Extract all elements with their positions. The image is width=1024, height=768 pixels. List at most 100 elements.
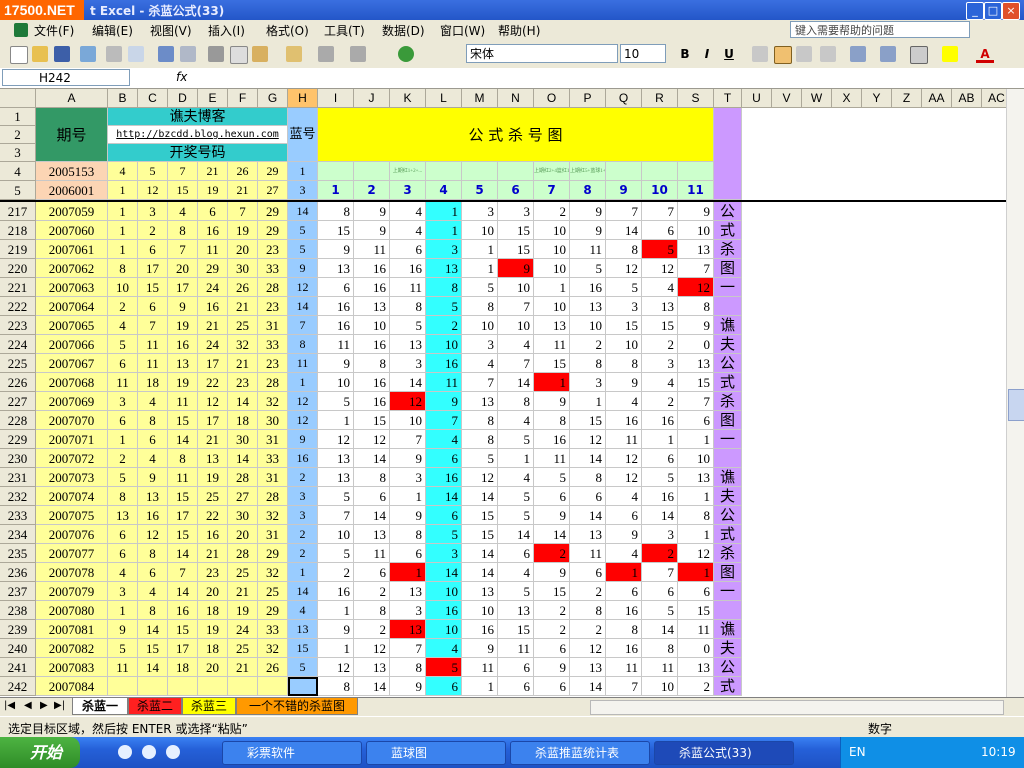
red-ball-cell[interactable]: 17 (198, 411, 228, 430)
red-ball-cell[interactable]: 15 (168, 620, 198, 639)
blue-ball-cell[interactable]: 12 (288, 278, 318, 297)
red-ball-cell[interactable]: 3 (108, 392, 138, 411)
row-header-226[interactable]: 226 (0, 373, 36, 392)
red-ball-cell[interactable]: 25 (228, 563, 258, 582)
red-ball-cell[interactable]: 13 (168, 354, 198, 373)
kill-number-cell[interactable]: 7 (498, 297, 534, 316)
column-header-c[interactable]: C (138, 89, 168, 108)
kill-number-cell[interactable]: 13 (678, 240, 714, 259)
kill-number-cell[interactable]: 11 (318, 335, 354, 354)
kill-number-cell[interactable]: 10 (498, 316, 534, 335)
red-ball-cell[interactable]: 6 (138, 563, 168, 582)
kill-number-cell[interactable]: 6 (606, 506, 642, 525)
menu-view[interactable]: 视图(V) (150, 22, 192, 39)
kill-number-cell[interactable]: 3 (498, 202, 534, 221)
red-ball-cell[interactable]: 12 (198, 392, 228, 411)
kill-number-cell[interactable]: 2 (642, 335, 678, 354)
kill-number-cell[interactable]: 3 (462, 202, 498, 221)
kill-number-cell[interactable]: 6 (498, 544, 534, 563)
kill-number-cell[interactable]: 12 (606, 259, 642, 278)
kill-number-cell[interactable]: 11 (498, 639, 534, 658)
red-ball-cell[interactable] (168, 677, 198, 696)
red-ball-cell[interactable]: 27 (228, 487, 258, 506)
kill-number-cell[interactable]: 9 (390, 449, 426, 468)
red-ball-cell[interactable]: 17 (168, 639, 198, 658)
kill-number-cell[interactable]: 12 (570, 639, 606, 658)
kill-number-cell[interactable]: 3 (570, 373, 606, 392)
kill-number-cell[interactable]: 2 (570, 335, 606, 354)
kill-number-cell[interactable]: 7 (606, 202, 642, 221)
red-ball-cell[interactable]: 8 (138, 601, 168, 620)
red-ball-cell[interactable]: 11 (168, 392, 198, 411)
kill-number-cell[interactable]: 15 (606, 316, 642, 335)
kill-number-cell[interactable]: 14 (354, 449, 390, 468)
print-preview-icon[interactable] (128, 46, 144, 62)
red-ball-cell[interactable]: 18 (138, 373, 168, 392)
red-ball-cell[interactable]: 33 (258, 449, 288, 468)
red-ball-cell[interactable]: 7 (228, 202, 258, 221)
kill-number-cell[interactable]: 14 (642, 620, 678, 639)
red-ball-cell[interactable]: 28 (258, 487, 288, 506)
kill-number-cell[interactable]: 10 (426, 620, 462, 639)
menu-window[interactable]: 窗口(W) (440, 22, 485, 39)
kill-number-cell[interactable]: 11 (354, 240, 390, 259)
row-header-239[interactable]: 239 (0, 620, 36, 639)
kill-number-cell[interactable]: 16 (642, 487, 678, 506)
kill-number-cell[interactable]: 4 (498, 563, 534, 582)
spreadsheet-grid[interactable]: A B C D E F G H I J K L M N O P Q R S T U V W X Y Z AA AB AC 1 2 3 4 5 期号谯… (0, 89, 1006, 697)
kill-number-cell[interactable]: 15 (354, 411, 390, 430)
kill-number-cell[interactable]: 9 (390, 677, 426, 696)
row-header-218[interactable]: 218 (0, 221, 36, 240)
red-ball-cell[interactable]: 29 (198, 259, 228, 278)
period-cell[interactable]: 2007082 (36, 639, 108, 658)
kill-number-cell[interactable]: 4 (390, 221, 426, 240)
kill-number-cell[interactable]: 12 (642, 259, 678, 278)
period-cell[interactable]: 2007069 (36, 392, 108, 411)
kill-number-cell[interactable]: 13 (570, 525, 606, 544)
kill-number-cell[interactable]: 9 (318, 620, 354, 639)
blue-ball-cell[interactable]: 14 (288, 297, 318, 316)
kill-number-cell[interactable]: 5 (426, 658, 462, 677)
kill-number-cell[interactable]: 12 (678, 278, 714, 297)
kill-number-cell[interactable]: 8 (318, 202, 354, 221)
kill-number-cell[interactable]: 6 (534, 639, 570, 658)
red-ball-cell[interactable]: 29 (258, 221, 288, 240)
kill-number-cell[interactable]: 5 (606, 278, 642, 297)
column-header-u[interactable]: U (742, 89, 772, 108)
column-header-o[interactable]: O (534, 89, 570, 108)
kill-number-cell[interactable]: 12 (390, 392, 426, 411)
column-header-j[interactable]: J (354, 89, 390, 108)
kill-number-cell[interactable]: 6 (354, 563, 390, 582)
column-header-s[interactable]: S (678, 89, 714, 108)
kill-number-cell[interactable]: 9 (606, 373, 642, 392)
kill-number-cell[interactable]: 1 (390, 563, 426, 582)
kill-number-cell[interactable]: 4 (390, 202, 426, 221)
kill-number-cell[interactable]: 1 (678, 563, 714, 582)
kill-number-cell[interactable]: 6 (498, 658, 534, 677)
row-header-237[interactable]: 237 (0, 582, 36, 601)
kill-number-cell[interactable]: 15 (534, 354, 570, 373)
row-header-2[interactable]: 2 (0, 126, 36, 144)
blue-ball-cell[interactable]: 12 (288, 411, 318, 430)
red-ball-cell[interactable]: 11 (138, 335, 168, 354)
kill-number-cell[interactable]: 11 (426, 373, 462, 392)
kill-number-cell[interactable]: 11 (534, 449, 570, 468)
red-ball-cell[interactable]: 15 (168, 525, 198, 544)
kill-number-cell[interactable]: 3 (390, 354, 426, 373)
period-cell[interactable]: 2007066 (36, 335, 108, 354)
kill-number-cell[interactable]: 9 (318, 240, 354, 259)
kill-number-cell[interactable]: 13 (390, 620, 426, 639)
blue-ball-cell[interactable]: 8 (288, 335, 318, 354)
column-header-p[interactable]: P (570, 89, 606, 108)
excel-icon[interactable] (14, 23, 28, 37)
kill-number-cell[interactable]: 7 (462, 373, 498, 392)
kill-number-cell[interactable]: 11 (462, 658, 498, 677)
red-ball-cell[interactable]: 14 (168, 430, 198, 449)
column-header-t[interactable]: T (714, 89, 742, 108)
red-ball-cell[interactable]: 7 (138, 316, 168, 335)
red-ball-cell[interactable]: 15 (168, 411, 198, 430)
tab-good-chart[interactable]: 一个不错的杀蓝图 (236, 698, 358, 715)
menu-insert[interactable]: 插入(I) (208, 22, 245, 39)
kill-number-cell[interactable]: 15 (678, 373, 714, 392)
task-formula-sheet[interactable]: 杀蓝公式(33) (654, 741, 794, 765)
